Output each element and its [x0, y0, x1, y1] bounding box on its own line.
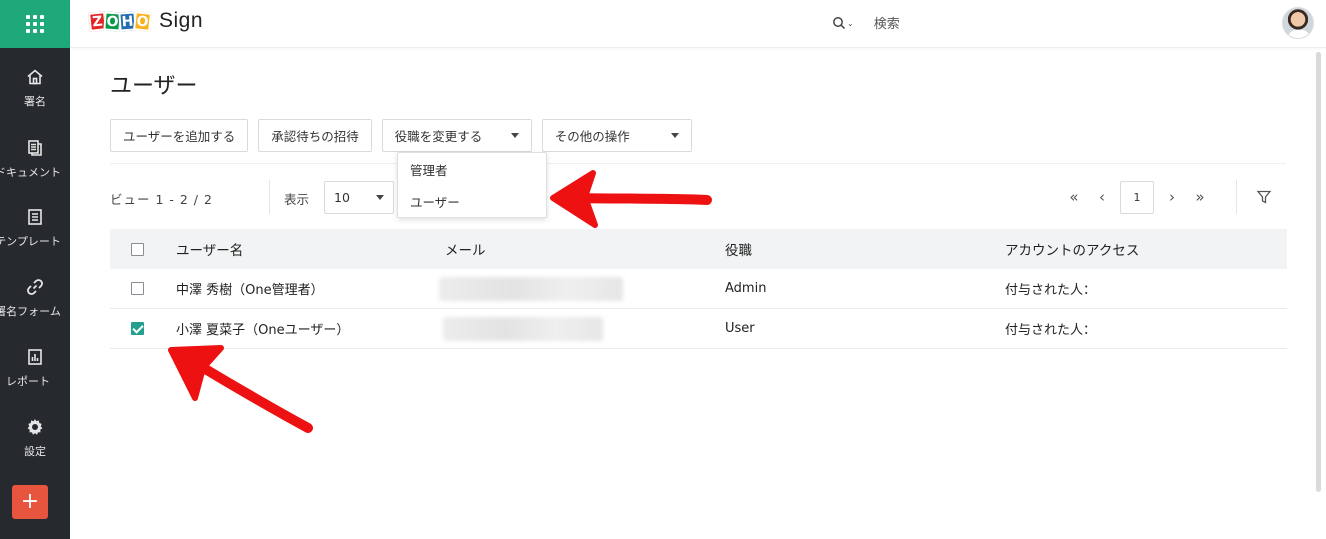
select-all-checkbox[interactable] [131, 242, 144, 256]
user-avatar[interactable] [1282, 7, 1314, 39]
sidebar-item-settings[interactable]: 設定 [0, 417, 70, 477]
documents-icon [28, 140, 42, 156]
reports-icon [28, 349, 42, 365]
search-icon [833, 16, 846, 29]
link-icon [27, 279, 43, 295]
current-page-input[interactable]: 1 [1120, 180, 1154, 214]
prev-page-button[interactable]: ‹ [1088, 188, 1116, 206]
user-role: User [725, 321, 755, 336]
main-content: ユーザー ユーザーを追加する 承認待ちの招待 役職を変更する その他の操作 ビュ… [70, 48, 1326, 539]
sidebar-item-reports[interactable]: レポート [0, 347, 70, 407]
caret-down-icon [510, 133, 519, 138]
toolbar: ユーザーを追加する 承認待ちの招待 役職を変更する その他の操作 [110, 119, 702, 153]
header-access[interactable]: アカウントのアクセス [1005, 239, 1287, 259]
change-role-dropdown[interactable]: 役職を変更する [381, 119, 532, 152]
user-email-redacted [443, 316, 725, 341]
chevron-down-icon: ⌄ [847, 19, 854, 28]
add-button[interactable]: + [12, 485, 48, 519]
user-role: Admin [725, 281, 767, 296]
role-dropdown-menu: 管理者 ユーザー [397, 152, 547, 218]
sidebar-item-sign-forms[interactable]: 署名フォーム [0, 277, 70, 337]
sidebar-item-label: 署名フォーム [0, 305, 61, 318]
sidebar-item-label: テンプレート [0, 235, 61, 248]
user-email-redacted [439, 276, 725, 301]
app-name: Sign [159, 9, 204, 32]
other-actions-label: その他の操作 [554, 129, 630, 144]
sidebar-item-templates[interactable]: テンプレート [0, 207, 70, 267]
sidebar-item-label: 設定 [24, 445, 46, 458]
last-page-button[interactable]: » [1186, 188, 1214, 206]
app-switcher-button[interactable] [0, 0, 70, 48]
divider [1236, 180, 1237, 214]
change-role-label: 役職を変更する [394, 129, 483, 144]
user-access: 付与された人： [1005, 323, 1097, 338]
sidebar: 署名 ドキュメント テンプレート 署名フォーム レポート 設定 + [0, 0, 70, 539]
per-page-value: 10 [334, 190, 350, 205]
add-user-button[interactable]: ユーザーを追加する [110, 119, 249, 152]
view-count: ビュー 1 - 2 / 2 [110, 192, 213, 207]
users-table: ユーザー名 メール 役職 アカウントのアクセス 中澤 秀樹（One管理者） Ad… [110, 229, 1287, 349]
zoho-logo-icon: ZOHO [88, 10, 152, 32]
grid-icon [26, 15, 44, 33]
search-button[interactable]: ⌄ 検索 [832, 13, 900, 32]
gear-icon [27, 419, 43, 435]
filter-icon[interactable] [1256, 189, 1272, 205]
pending-invites-button[interactable]: 承認待ちの招待 [258, 119, 372, 152]
user-access: 付与された人： [1005, 283, 1097, 298]
header-mail[interactable]: メール [445, 239, 725, 259]
role-option-admin[interactable]: 管理者 [398, 153, 546, 185]
plus-icon: + [20, 489, 40, 514]
caret-down-icon [376, 195, 384, 200]
show-label: 表示 [284, 192, 310, 207]
other-actions-dropdown[interactable]: その他の操作 [541, 119, 692, 152]
home-icon [27, 69, 43, 85]
role-option-user[interactable]: ユーザー [398, 185, 546, 217]
user-name: 小澤 夏菜子（Oneユーザー） [176, 323, 350, 338]
table-row[interactable]: 小澤 夏菜子（Oneユーザー） User 付与された人： [110, 309, 1287, 349]
scrollbar[interactable] [1316, 52, 1321, 492]
header-role[interactable]: 役職 [725, 239, 1005, 259]
header-name[interactable]: ユーザー名 [165, 239, 445, 259]
pagination: « ‹ 1 › » [1060, 180, 1214, 214]
sidebar-item-sign[interactable]: 署名 [0, 67, 70, 127]
top-bar: ZOHO Sign ⌄ 検索 [70, 0, 1326, 48]
table-row[interactable]: 中澤 秀樹（One管理者） Admin 付与された人： [110, 269, 1287, 309]
divider [269, 180, 270, 214]
first-page-button[interactable]: « [1060, 188, 1088, 206]
sidebar-item-documents[interactable]: ドキュメント [0, 138, 70, 198]
templates-icon [28, 209, 42, 225]
row-checkbox-checked[interactable] [131, 322, 144, 335]
user-name: 中澤 秀樹（One管理者） [176, 283, 324, 298]
per-page-select[interactable]: 10 [324, 181, 394, 214]
sidebar-item-label: ドキュメント [0, 166, 61, 179]
next-page-button[interactable]: › [1158, 188, 1186, 206]
divider [110, 163, 1286, 164]
table-header: ユーザー名 メール 役職 アカウントのアクセス [110, 229, 1287, 269]
sidebar-item-label: レポート [6, 375, 50, 388]
search-label: 検索 [873, 17, 900, 32]
caret-down-icon [670, 133, 679, 138]
row-checkbox[interactable] [131, 282, 144, 295]
zoho-sign-logo[interactable]: ZOHO Sign [88, 9, 204, 33]
sidebar-item-label: 署名 [24, 95, 46, 108]
page-title: ユーザー [110, 74, 198, 99]
